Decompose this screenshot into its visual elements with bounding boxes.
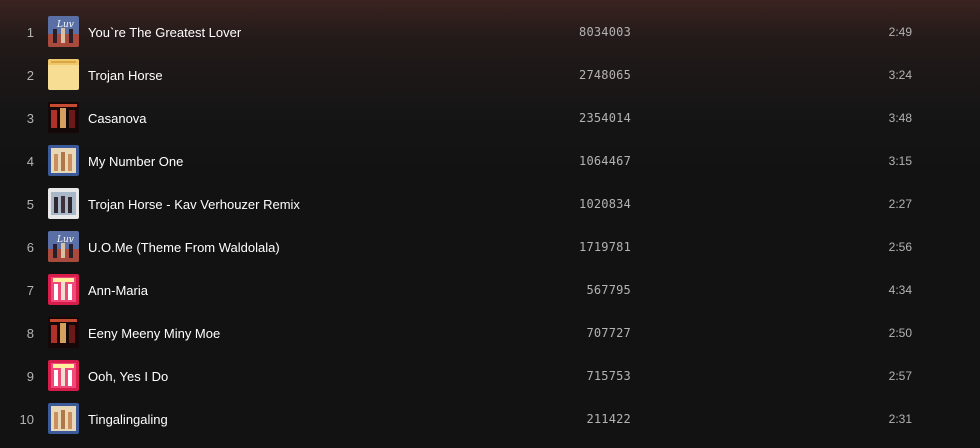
album-cover-icon: [48, 274, 79, 305]
track-row[interactable]: 9 Ooh, Yes I Do 715753 2:57: [0, 355, 980, 398]
track-title[interactable]: Eeny Meeny Miny Moe: [88, 312, 220, 355]
track-title[interactable]: Casanova: [88, 97, 147, 140]
track-duration: 3:24: [888, 68, 912, 82]
track-duration: 2:56: [888, 240, 912, 254]
track-title[interactable]: Tingalingaling: [88, 398, 168, 441]
track-plays: 707727: [586, 326, 631, 340]
track-title[interactable]: Trojan Horse: [88, 54, 163, 97]
track-row[interactable]: 1 Luv You`re The Greatest Lover 8034003 …: [0, 11, 980, 54]
album-cover-icon: [48, 403, 79, 434]
track-title[interactable]: My Number One: [88, 140, 183, 183]
track-title[interactable]: Ann-Maria: [88, 269, 148, 312]
track-number: 7: [26, 283, 34, 298]
track-row[interactable]: 3 Casanova 2354014 3:48: [0, 97, 980, 140]
track-duration: 2:57: [888, 369, 912, 383]
album-cover-icon: [48, 145, 79, 176]
track-row[interactable]: 2 Trojan Horse 2748065 3:24: [0, 54, 980, 97]
tracklist: 1 Luv You`re The Greatest Lover 8034003 …: [0, 11, 980, 441]
track-number: 8: [26, 326, 34, 341]
track-plays: 715753: [586, 369, 631, 383]
track-number: 2: [26, 68, 34, 83]
album-cover-icon: [48, 360, 79, 391]
track-number: 4: [26, 154, 34, 169]
track-row[interactable]: 10 Tingalingaling 211422 2:31: [0, 398, 980, 441]
track-duration: 2:27: [888, 197, 912, 211]
track-duration: 2:49: [888, 25, 912, 39]
track-plays: 2354014: [579, 111, 631, 125]
track-plays: 1719781: [579, 240, 631, 254]
track-number: 5: [26, 197, 34, 212]
album-cover-icon: Luv: [48, 231, 79, 262]
track-title[interactable]: Ooh, Yes I Do: [88, 355, 168, 398]
track-row[interactable]: 6 Luv U.O.Me (Theme From Waldolala) 1719…: [0, 226, 980, 269]
track-number: 10: [19, 412, 34, 427]
track-row[interactable]: 7 Ann-Maria 567795 4:34: [0, 269, 980, 312]
album-cover-icon: Luv: [48, 16, 79, 47]
track-plays: 211422: [586, 412, 631, 426]
track-plays: 1064467: [579, 154, 631, 168]
track-duration: 2:50: [888, 326, 912, 340]
track-row[interactable]: 5 Trojan Horse - Kav Verhouzer Remix 102…: [0, 183, 980, 226]
track-duration: 2:31: [888, 412, 912, 426]
track-number: 9: [26, 369, 34, 384]
track-number: 1: [26, 25, 34, 40]
track-number: 6: [26, 240, 34, 255]
track-title[interactable]: U.O.Me (Theme From Waldolala): [88, 226, 280, 269]
track-title[interactable]: Trojan Horse - Kav Verhouzer Remix: [88, 183, 300, 226]
album-cover-icon: [48, 59, 79, 90]
track-plays: 1020834: [579, 197, 631, 211]
track-plays: 567795: [586, 283, 631, 297]
track-plays: 2748065: [579, 68, 631, 82]
track-number: 3: [26, 111, 34, 126]
album-cover-icon: [48, 102, 79, 133]
track-row[interactable]: 4 My Number One 1064467 3:15: [0, 140, 980, 183]
album-cover-icon: [48, 188, 79, 219]
track-title[interactable]: You`re The Greatest Lover: [88, 11, 241, 54]
track-duration: 3:15: [888, 154, 912, 168]
track-row[interactable]: 8 Eeny Meeny Miny Moe 707727 2:50: [0, 312, 980, 355]
album-cover-icon: [48, 317, 79, 348]
track-duration: 4:34: [888, 283, 912, 297]
track-plays: 8034003: [579, 25, 631, 39]
track-duration: 3:48: [888, 111, 912, 125]
